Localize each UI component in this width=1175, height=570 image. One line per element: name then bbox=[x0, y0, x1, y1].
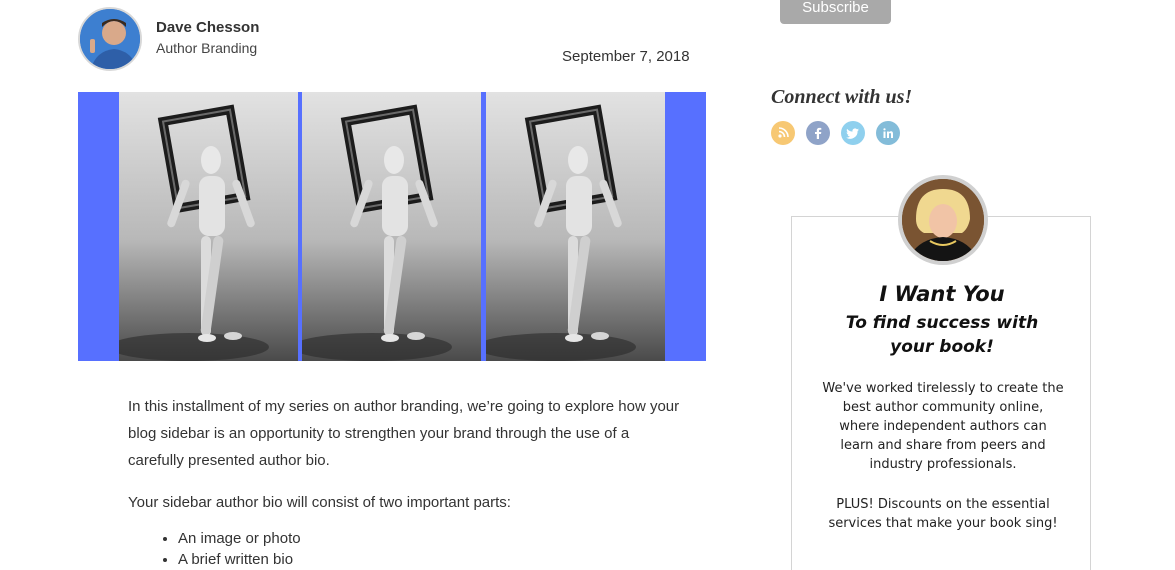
twitter-icon[interactable] bbox=[841, 121, 865, 145]
promo-subheading: To find success with bbox=[845, 313, 1039, 333]
featured-image bbox=[78, 92, 706, 361]
list-item: An image or photo bbox=[178, 528, 688, 549]
linkedin-icon[interactable] bbox=[876, 121, 900, 145]
list-item: A brief written bio bbox=[178, 549, 688, 570]
article-body: In this installment of my series on auth… bbox=[128, 393, 688, 570]
mannequin-photo bbox=[119, 92, 298, 361]
subscribe-button[interactable]: Subscribe bbox=[780, 0, 891, 24]
promo-subheading: your book! bbox=[890, 337, 994, 357]
promo-body-line: best author community online, bbox=[842, 400, 1044, 415]
mannequin-photo bbox=[302, 92, 481, 361]
promo-body-line: industry professionals. bbox=[869, 457, 1017, 472]
author-avatar[interactable] bbox=[78, 7, 142, 71]
promo-body-line: where independent authors can bbox=[839, 419, 1047, 434]
article-paragraph: Your sidebar author bio will consist of … bbox=[128, 494, 511, 511]
rss-icon[interactable] bbox=[771, 121, 795, 145]
mannequin-photo bbox=[486, 92, 665, 361]
article-paragraph: In this installment of my series on auth… bbox=[128, 398, 680, 469]
promo-plus-line: PLUS! Discounts on the essential bbox=[836, 497, 1050, 512]
promo-body-line: We've worked tirelessly to create the bbox=[822, 381, 1064, 396]
promo-body: We've worked tirelessly to create the be… bbox=[812, 379, 1074, 474]
facebook-icon[interactable] bbox=[806, 121, 830, 145]
promo-avatar bbox=[898, 175, 988, 265]
article-list: An image or photo A brief written bio bbox=[178, 528, 688, 570]
promo-heading: I Want You bbox=[879, 282, 1005, 306]
promo-plus-line: services that make your book sing! bbox=[828, 516, 1058, 531]
promo-plus: PLUS! Discounts on the essential service… bbox=[812, 495, 1074, 533]
author-name[interactable]: Dave Chesson bbox=[156, 19, 259, 36]
connect-title: Connect with us! bbox=[771, 86, 913, 108]
post-date: September 7, 2018 bbox=[562, 48, 690, 65]
promo-body-line: learn and share from peers and bbox=[840, 438, 1046, 453]
author-category[interactable]: Author Branding bbox=[156, 40, 257, 56]
